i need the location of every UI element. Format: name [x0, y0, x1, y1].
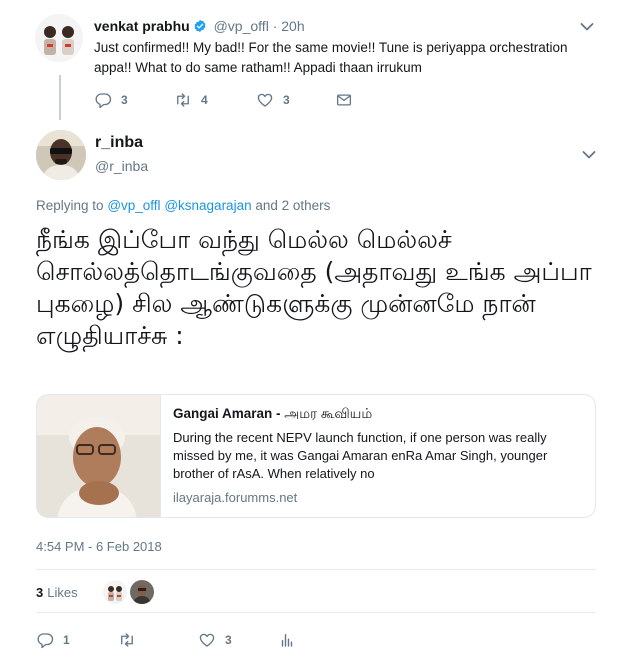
reply-button[interactable]: 3 — [94, 90, 128, 110]
parent-tweet-text: Just confirmed!! My bad!! For the same m… — [94, 40, 568, 75]
replying-to-others[interactable]: and 2 others — [255, 198, 330, 213]
chevron-down-icon[interactable] — [582, 150, 596, 160]
card-thumbnail-image — [37, 395, 161, 517]
mention-link-ksnagarajan[interactable]: @ksnagarajan — [164, 198, 251, 213]
likes-count-label: Likes — [47, 585, 78, 600]
retweet-icon — [121, 633, 133, 647]
retweet-icon — [177, 93, 189, 107]
direct-message-button[interactable] — [335, 90, 353, 110]
main-tweet-text: நீங்க இப்போ வந்து மெல்ல மெல்லச் சொல்லத்த… — [36, 225, 592, 350]
tweet-timestamp[interactable]: 4:54 PM - 6 Feb 2018 — [36, 539, 162, 554]
reply-icon — [37, 633, 54, 649]
divider — [36, 612, 596, 613]
liker-avatar[interactable] — [130, 580, 154, 604]
link-preview-card[interactable]: Gangai Amaran - அமர கூவியம் During the r… — [36, 394, 596, 518]
retweet-count: 4 — [201, 93, 208, 107]
card-title: Gangai Amaran - அமர கூவியம் — [173, 405, 583, 423]
like-button[interactable]: 3 — [198, 630, 232, 650]
card-title-english: Gangai Amaran - — [173, 406, 281, 421]
parent-author-avatar[interactable] — [35, 14, 83, 62]
verified-badge-icon — [194, 19, 206, 33]
heart-icon — [199, 633, 215, 647]
likes-row: 3 Likes — [36, 574, 596, 610]
reply-count: 3 — [121, 93, 128, 107]
mention-link-vp-offl[interactable]: @vp_offl — [107, 198, 160, 213]
card-title-tamil: அமர கூவியம் — [284, 406, 373, 421]
like-button[interactable]: 3 — [256, 90, 290, 110]
card-description: During the recent NEPV launch function, … — [173, 430, 548, 481]
card-domain: ilayaraja.forumms.net — [173, 490, 298, 505]
reply-count: 1 — [63, 633, 70, 647]
parent-tweet-time[interactable]: 20h — [281, 18, 304, 34]
replying-to-line: Replying to @vp_offl @ksnagarajan and 2 … — [36, 198, 330, 213]
parent-author-handle[interactable]: @vp_offl — [214, 18, 269, 34]
header-separator: · — [272, 18, 278, 34]
replying-to-label: Replying to — [36, 198, 104, 213]
likes-count-value: 3 — [36, 585, 44, 600]
divider — [36, 569, 596, 570]
main-author-avatar[interactable] — [36, 130, 86, 180]
main-author-name[interactable]: r_inba — [95, 134, 143, 152]
heart-icon — [257, 93, 273, 107]
analytics-button[interactable] — [278, 630, 296, 650]
parent-tweet[interactable]: venkat prabhu @vp_offl · 20h Just confir… — [0, 0, 632, 120]
envelope-icon — [336, 94, 352, 106]
card-body: Gangai Amaran - அமர கூவியம் During the r… — [173, 405, 583, 505]
likes-stat[interactable]: 3 Likes — [36, 585, 78, 600]
parent-tweet-header: venkat prabhu @vp_offl · 20h — [94, 17, 305, 35]
parent-author-name[interactable]: venkat prabhu — [94, 18, 190, 34]
liker-avatar[interactable] — [103, 580, 127, 604]
main-author-handle[interactable]: @r_inba — [95, 158, 148, 174]
chevron-down-icon[interactable] — [580, 22, 594, 32]
retweet-button[interactable]: 4 — [174, 90, 208, 110]
retweet-button[interactable] — [118, 630, 136, 650]
like-count: 3 — [225, 633, 232, 647]
analytics-icon — [281, 634, 293, 647]
like-count: 3 — [283, 93, 290, 107]
reply-button[interactable]: 1 — [36, 630, 70, 650]
reply-icon — [95, 93, 112, 109]
